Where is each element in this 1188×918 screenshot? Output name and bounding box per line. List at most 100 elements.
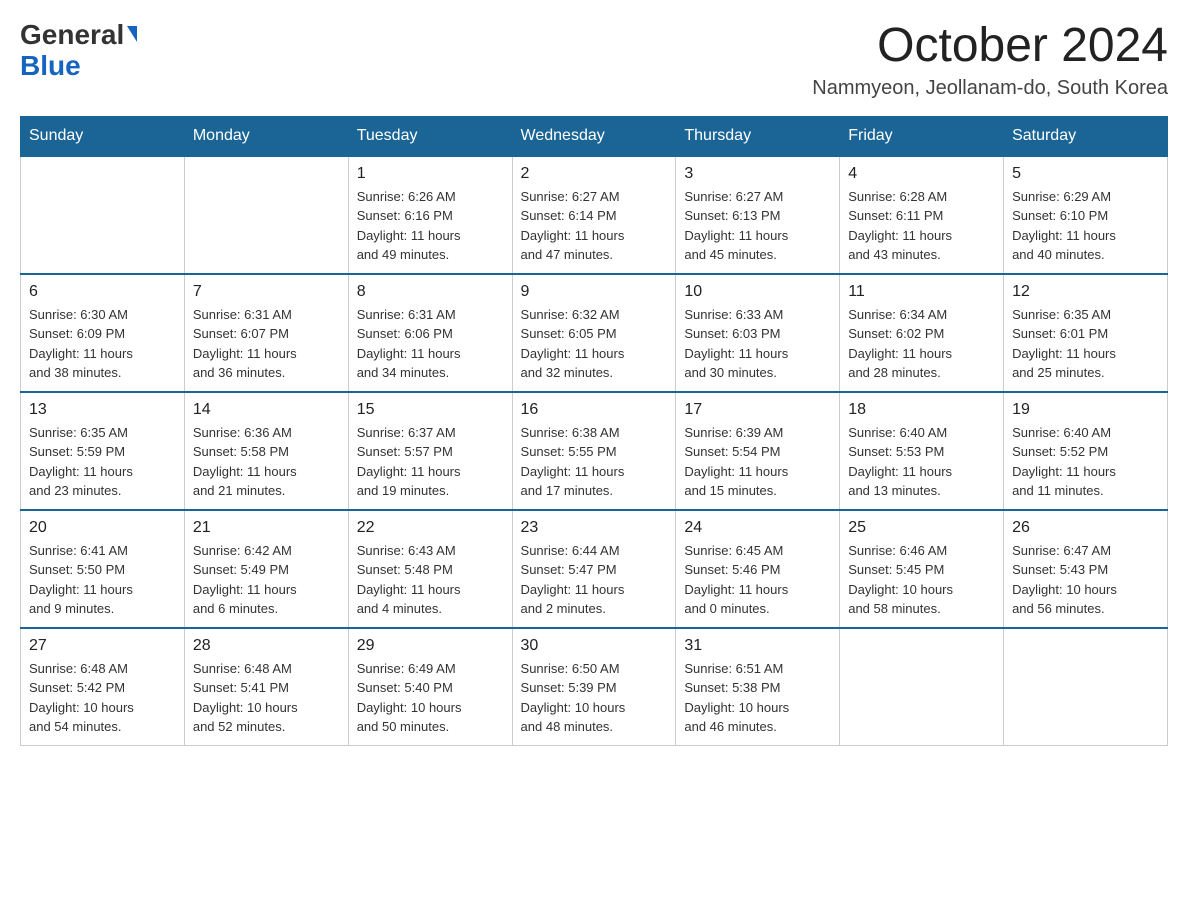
day-info: Sunrise: 6:37 AMSunset: 5:57 PMDaylight:… bbox=[357, 423, 504, 501]
day-info: Sunrise: 6:40 AMSunset: 5:52 PMDaylight:… bbox=[1012, 423, 1159, 501]
calendar-cell: 24 Sunrise: 6:45 AMSunset: 5:46 PMDayligh… bbox=[676, 510, 840, 628]
day-info: Sunrise: 6:34 AMSunset: 6:02 PMDaylight:… bbox=[848, 305, 995, 383]
calendar-cell: 7Sunrise: 6:31 AMSunset: 6:07 PMDaylight… bbox=[184, 274, 348, 392]
calendar-week-2: 6 Sunrise: 6:30 AMSunset: 6:09 PMDaylight… bbox=[21, 274, 1168, 392]
day-info: Sunrise: 6:42 AMSunset: 5:49 PMDaylight:… bbox=[193, 541, 340, 619]
day-info: Sunrise: 6:35 AMSunset: 5:59 PMDaylight:… bbox=[29, 423, 176, 501]
day-number: 30 bbox=[521, 637, 668, 655]
header-area: General Blue October 2024 Nammyeon, Jeol… bbox=[20, 20, 1168, 100]
day-info: Sunrise: 6:46 AMSunset: 5:45 PMDaylight:… bbox=[848, 541, 995, 619]
day-info: Sunrise: 6:31 AMSunset: 6:06 PMDaylight:… bbox=[357, 305, 504, 383]
calendar-cell: 12 Sunrise: 6:35 AMSunset: 6:01 PMDayligh… bbox=[1004, 274, 1168, 392]
calendar-cell: 28Sunrise: 6:48 AMSunset: 5:41 PMDayligh… bbox=[184, 628, 348, 746]
calendar-cell: 16 Sunrise: 6:38 AMSunset: 5:55 PMDayligh… bbox=[512, 392, 676, 510]
day-info: Sunrise: 6:51 AMSunset: 5:38 PMDaylight:… bbox=[684, 659, 831, 737]
calendar-cell: 22 Sunrise: 6:43 AMSunset: 5:48 PMDayligh… bbox=[348, 510, 512, 628]
day-info: Sunrise: 6:43 AMSunset: 5:48 PMDaylight:… bbox=[357, 541, 504, 619]
day-info: Sunrise: 6:48 AMSunset: 5:42 PMDaylight:… bbox=[29, 659, 176, 737]
logo-area: General Blue bbox=[20, 20, 137, 82]
day-info: Sunrise: 6:27 AMSunset: 6:13 PMDaylight:… bbox=[684, 187, 831, 265]
calendar-cell: 11 Sunrise: 6:34 AMSunset: 6:02 PMDayligh… bbox=[840, 274, 1004, 392]
calendar-cell: 31 Sunrise: 6:51 AMSunset: 5:38 PMDayligh… bbox=[676, 628, 840, 746]
calendar-cell: 14 Sunrise: 6:36 AMSunset: 5:58 PMDayligh… bbox=[184, 392, 348, 510]
day-number: 20 bbox=[29, 519, 176, 537]
calendar-cell: 30 Sunrise: 6:50 AMSunset: 5:39 PMDayligh… bbox=[512, 628, 676, 746]
day-info: Sunrise: 6:30 AMSunset: 6:09 PMDaylight:… bbox=[29, 305, 176, 383]
day-info: Sunrise: 6:44 AMSunset: 5:47 PMDaylight:… bbox=[521, 541, 668, 619]
weekday-header-wednesday: Wednesday bbox=[512, 116, 676, 156]
day-info: Sunrise: 6:40 AMSunset: 5:53 PMDaylight:… bbox=[848, 423, 995, 501]
day-info: Sunrise: 6:38 AMSunset: 5:55 PMDaylight:… bbox=[521, 423, 668, 501]
calendar-cell bbox=[184, 156, 348, 274]
day-number: 8 bbox=[357, 283, 504, 301]
day-number: 10 bbox=[684, 283, 831, 301]
day-number: 17 bbox=[684, 401, 831, 419]
calendar-table: SundayMondayTuesdayWednesdayThursdayFrid… bbox=[20, 116, 1168, 746]
day-number: 25 bbox=[848, 519, 995, 537]
day-number: 11 bbox=[848, 283, 995, 301]
day-number: 26 bbox=[1012, 519, 1159, 537]
weekday-header-sunday: Sunday bbox=[21, 116, 185, 156]
day-number: 27 bbox=[29, 637, 176, 655]
day-info: Sunrise: 6:48 AMSunset: 5:41 PMDaylight:… bbox=[193, 659, 340, 737]
calendar-cell: 8 Sunrise: 6:31 AMSunset: 6:06 PMDaylight… bbox=[348, 274, 512, 392]
calendar-cell: 26 Sunrise: 6:47 AMSunset: 5:43 PMDayligh… bbox=[1004, 510, 1168, 628]
day-info: Sunrise: 6:36 AMSunset: 5:58 PMDaylight:… bbox=[193, 423, 340, 501]
logo-general: General bbox=[20, 19, 124, 50]
day-number: 31 bbox=[684, 637, 831, 655]
day-info: Sunrise: 6:47 AMSunset: 5:43 PMDaylight:… bbox=[1012, 541, 1159, 619]
calendar-cell: 10 Sunrise: 6:33 AMSunset: 6:03 PMDayligh… bbox=[676, 274, 840, 392]
calendar-cell: 6 Sunrise: 6:30 AMSunset: 6:09 PMDaylight… bbox=[21, 274, 185, 392]
day-number: 9 bbox=[521, 283, 668, 301]
calendar-cell: 18 Sunrise: 6:40 AMSunset: 5:53 PMDayligh… bbox=[840, 392, 1004, 510]
calendar-cell: 25 Sunrise: 6:46 AMSunset: 5:45 PMDayligh… bbox=[840, 510, 1004, 628]
day-number: 22 bbox=[357, 519, 504, 537]
logo: General Blue bbox=[20, 20, 137, 82]
page-title: October 2024 bbox=[812, 20, 1168, 73]
day-number: 6 bbox=[29, 283, 176, 301]
calendar-cell: 21Sunrise: 6:42 AMSunset: 5:49 PMDayligh… bbox=[184, 510, 348, 628]
weekday-header-monday: Monday bbox=[184, 116, 348, 156]
day-info: Sunrise: 6:29 AMSunset: 6:10 PMDaylight:… bbox=[1012, 187, 1159, 265]
day-number: 7 bbox=[193, 283, 340, 301]
day-info: Sunrise: 6:45 AMSunset: 5:46 PMDaylight:… bbox=[684, 541, 831, 619]
calendar-cell: 4Sunrise: 6:28 AMSunset: 6:11 PMDaylight… bbox=[840, 156, 1004, 274]
weekday-header-thursday: Thursday bbox=[676, 116, 840, 156]
day-info: Sunrise: 6:35 AMSunset: 6:01 PMDaylight:… bbox=[1012, 305, 1159, 383]
day-info: Sunrise: 6:49 AMSunset: 5:40 PMDaylight:… bbox=[357, 659, 504, 737]
calendar-week-1: 1 Sunrise: 6:26 AMSunset: 6:16 PMDaylight… bbox=[21, 156, 1168, 274]
day-number: 24 bbox=[684, 519, 831, 537]
day-number: 3 bbox=[684, 165, 831, 183]
calendar-cell: 23 Sunrise: 6:44 AMSunset: 5:47 PMDayligh… bbox=[512, 510, 676, 628]
day-number: 23 bbox=[521, 519, 668, 537]
day-number: 13 bbox=[29, 401, 176, 419]
calendar-cell: 3 Sunrise: 6:27 AMSunset: 6:13 PMDaylight… bbox=[676, 156, 840, 274]
calendar-cell: 13 Sunrise: 6:35 AMSunset: 5:59 PMDayligh… bbox=[21, 392, 185, 510]
calendar-cell: 5Sunrise: 6:29 AMSunset: 6:10 PMDaylight… bbox=[1004, 156, 1168, 274]
calendar-cell bbox=[840, 628, 1004, 746]
calendar-week-5: 27 Sunrise: 6:48 AMSunset: 5:42 PMDayligh… bbox=[21, 628, 1168, 746]
day-number: 12 bbox=[1012, 283, 1159, 301]
day-number: 29 bbox=[357, 637, 504, 655]
day-info: Sunrise: 6:26 AMSunset: 6:16 PMDaylight:… bbox=[357, 187, 504, 265]
weekday-header-friday: Friday bbox=[840, 116, 1004, 156]
day-info: Sunrise: 6:32 AMSunset: 6:05 PMDaylight:… bbox=[521, 305, 668, 383]
weekday-header-tuesday: Tuesday bbox=[348, 116, 512, 156]
calendar-cell: 27 Sunrise: 6:48 AMSunset: 5:42 PMDayligh… bbox=[21, 628, 185, 746]
day-info: Sunrise: 6:27 AMSunset: 6:14 PMDaylight:… bbox=[521, 187, 668, 265]
calendar-week-4: 20Sunrise: 6:41 AMSunset: 5:50 PMDayligh… bbox=[21, 510, 1168, 628]
title-area: October 2024 Nammyeon, Jeollanam-do, Sou… bbox=[812, 20, 1168, 100]
calendar-cell: 20Sunrise: 6:41 AMSunset: 5:50 PMDayligh… bbox=[21, 510, 185, 628]
day-number: 18 bbox=[848, 401, 995, 419]
calendar-cell: 17Sunrise: 6:39 AMSunset: 5:54 PMDayligh… bbox=[676, 392, 840, 510]
day-number: 14 bbox=[193, 401, 340, 419]
calendar-week-3: 13 Sunrise: 6:35 AMSunset: 5:59 PMDayligh… bbox=[21, 392, 1168, 510]
day-info: Sunrise: 6:33 AMSunset: 6:03 PMDaylight:… bbox=[684, 305, 831, 383]
day-number: 16 bbox=[521, 401, 668, 419]
calendar-cell bbox=[1004, 628, 1168, 746]
day-info: Sunrise: 6:50 AMSunset: 5:39 PMDaylight:… bbox=[521, 659, 668, 737]
day-number: 1 bbox=[357, 165, 504, 183]
calendar-cell: 1 Sunrise: 6:26 AMSunset: 6:16 PMDaylight… bbox=[348, 156, 512, 274]
weekday-header-saturday: Saturday bbox=[1004, 116, 1168, 156]
calendar-cell bbox=[21, 156, 185, 274]
